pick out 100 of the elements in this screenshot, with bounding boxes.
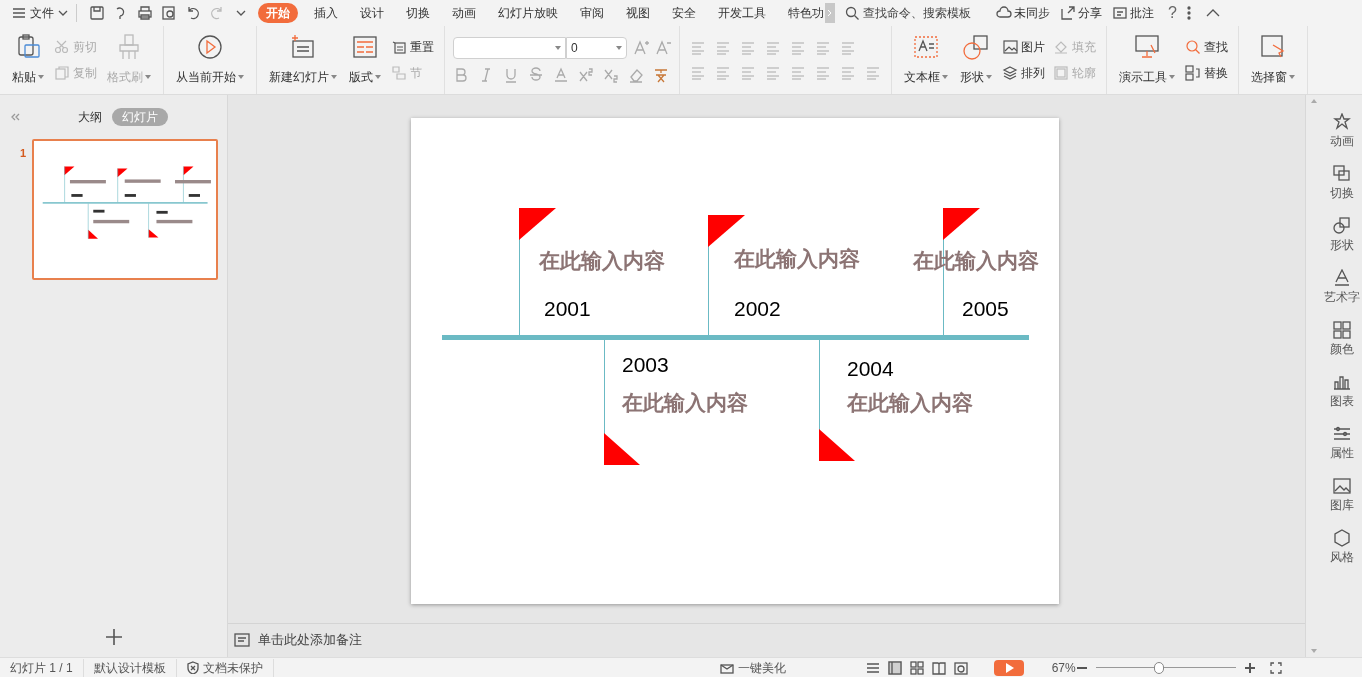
eraser-icon[interactable] xyxy=(628,67,644,83)
flag-icon xyxy=(943,208,980,240)
sidebar-button[interactable]: 动画 xyxy=(1329,113,1354,150)
zoom-level[interactable]: 67% xyxy=(1051,658,1076,677)
beautify-button[interactable]: 一键美化 xyxy=(719,658,786,677)
ribbon-tab[interactable]: 特色功 xyxy=(782,3,825,23)
template-name[interactable]: 默认设计模板 xyxy=(83,658,177,677)
scroll-up-icon[interactable] xyxy=(1310,99,1317,103)
bold-icon[interactable] xyxy=(453,67,469,83)
strikethrough-icon[interactable] xyxy=(528,67,544,83)
font-size-field[interactable]: 0 xyxy=(565,37,627,59)
ribbon-tab[interactable]: 设计 xyxy=(354,3,390,23)
sliders-icon xyxy=(1332,425,1351,443)
help-button[interactable]: ? xyxy=(1164,1,1181,25)
print-icon[interactable] xyxy=(137,5,153,21)
timeline-year: 2003 xyxy=(622,354,669,375)
protection-status[interactable]: 文档未保护 xyxy=(176,658,274,677)
ribbon-button[interactable]: 替换 xyxy=(1185,64,1228,82)
panel-tab[interactable]: 大纲 xyxy=(76,108,104,126)
timeline-text: 在此输入内容 xyxy=(734,248,860,269)
shapes-icon xyxy=(1332,217,1351,235)
ribbon-tab[interactable]: 动画 xyxy=(446,3,482,23)
ribbon-button[interactable]: 形状 xyxy=(954,26,998,94)
section-icon xyxy=(391,65,407,81)
menu-icon xyxy=(12,7,26,19)
font-color-icon[interactable] xyxy=(553,67,569,83)
scroll-right-icon[interactable] xyxy=(825,3,835,23)
ribbon-tab[interactable]: 审阅 xyxy=(574,3,610,23)
ribbon-tab[interactable]: 视图 xyxy=(620,3,656,23)
ribbon-button[interactable]: 粘贴 xyxy=(6,26,50,94)
collapse-panel-icon[interactable] xyxy=(10,113,20,121)
copy-icon xyxy=(54,65,70,81)
print-preview-icon[interactable] xyxy=(161,5,177,21)
layout-icon xyxy=(351,33,379,61)
ribbon-button[interactable]: 新建幻灯片 xyxy=(263,26,343,94)
search-field[interactable]: 查找命令、搜索模板 xyxy=(845,4,971,22)
slide-sorter-icon[interactable] xyxy=(909,660,924,675)
play-slideshow-icon[interactable] xyxy=(993,659,1024,676)
text-box-icon xyxy=(912,33,940,61)
font-name-field[interactable] xyxy=(453,37,566,59)
ribbon-button[interactable]: 文本框 xyxy=(898,26,954,94)
ribbon-tab[interactable]: 安全 xyxy=(666,3,702,23)
scroll-down-icon[interactable] xyxy=(1310,649,1317,653)
chevron-down-icon[interactable] xyxy=(58,9,68,17)
ribbon-tab[interactable]: 插入 xyxy=(308,3,344,23)
caret-icon xyxy=(38,75,44,79)
notes-toggle-icon[interactable] xyxy=(865,660,880,675)
file-menu[interactable]: 文件 xyxy=(8,4,58,22)
superscript-icon[interactable] xyxy=(578,67,594,83)
zoom-in-icon[interactable] xyxy=(1243,661,1256,674)
ribbon-tab[interactable]: 切换 xyxy=(400,3,436,23)
ribbon-button[interactable]: 演示工具 xyxy=(1113,26,1181,94)
sidebar-button[interactable]: 切换 xyxy=(1329,165,1354,202)
sidebar-button[interactable]: 风格 xyxy=(1329,529,1354,566)
ribbon-button[interactable]: 查找 xyxy=(1185,38,1228,56)
ribbon-tab[interactable]: 开发工具 xyxy=(712,3,772,23)
ribbon-button[interactable]: 从当前开始 xyxy=(170,26,250,94)
collapse-icon[interactable] xyxy=(1205,8,1220,18)
caret-icon xyxy=(375,75,381,79)
share-icon xyxy=(1060,5,1076,21)
sidebar-button[interactable]: 属性 xyxy=(1329,425,1354,462)
sidebar-button[interactable]: 形状 xyxy=(1329,217,1354,254)
fit-window-icon[interactable] xyxy=(1269,661,1282,674)
cloud-icon xyxy=(996,5,1012,21)
grow-font-icon[interactable] xyxy=(633,40,649,56)
slide-count: 幻灯片 1 / 1 xyxy=(0,658,84,677)
reading-view-icon[interactable] xyxy=(931,660,946,675)
outline-icon xyxy=(1053,65,1069,81)
ribbon-button[interactable]: 版式 xyxy=(343,26,387,94)
subscript-icon[interactable] xyxy=(603,67,619,83)
toolbar-button[interactable]: 批注 xyxy=(1112,4,1154,22)
redo-icon[interactable] xyxy=(209,5,225,21)
sidebar-button[interactable]: 颜色 xyxy=(1329,321,1354,358)
add-slide-icon[interactable] xyxy=(104,628,123,646)
shield-icon xyxy=(186,661,199,674)
sidebar-button[interactable]: 艺术字 xyxy=(1323,269,1360,306)
ribbon-button[interactable]: 重置 xyxy=(391,38,434,56)
toolbar-button[interactable]: 未同步 xyxy=(996,4,1050,22)
slide-thumbnail[interactable] xyxy=(32,139,219,280)
zoom-slider-thumb[interactable] xyxy=(1153,661,1164,674)
phonetic-guide-icon[interactable] xyxy=(653,67,669,83)
normal-view-icon[interactable] xyxy=(887,660,902,675)
ribbon-tab[interactable]: 幻灯片放映 xyxy=(492,3,564,23)
sidebar-button[interactable]: 图库 xyxy=(1329,477,1354,514)
camera-view-icon[interactable] xyxy=(953,660,968,675)
sidebar-button[interactable]: 图表 xyxy=(1329,373,1354,410)
toolbar-button[interactable]: 分享 xyxy=(1060,4,1102,22)
timeline-year: 2001 xyxy=(544,298,591,319)
more-options-icon[interactable] xyxy=(1185,5,1192,21)
caret-icon xyxy=(1289,75,1295,79)
ribbon-button[interactable]: 图片 xyxy=(1002,38,1045,56)
ribbon-button[interactable]: 排列 xyxy=(1002,64,1045,82)
image-icon xyxy=(1002,39,1018,55)
shrink-font-icon[interactable] xyxy=(655,40,671,56)
save-icon[interactable] xyxy=(89,5,105,21)
undo-icon[interactable] xyxy=(185,5,201,21)
ribbon-button[interactable]: 选择窗 xyxy=(1245,26,1301,94)
notes-field[interactable]: 单击此处添加备注 xyxy=(234,626,378,653)
underline-icon[interactable] xyxy=(503,67,519,83)
timeline-text: 在此输入内容 xyxy=(539,250,665,271)
